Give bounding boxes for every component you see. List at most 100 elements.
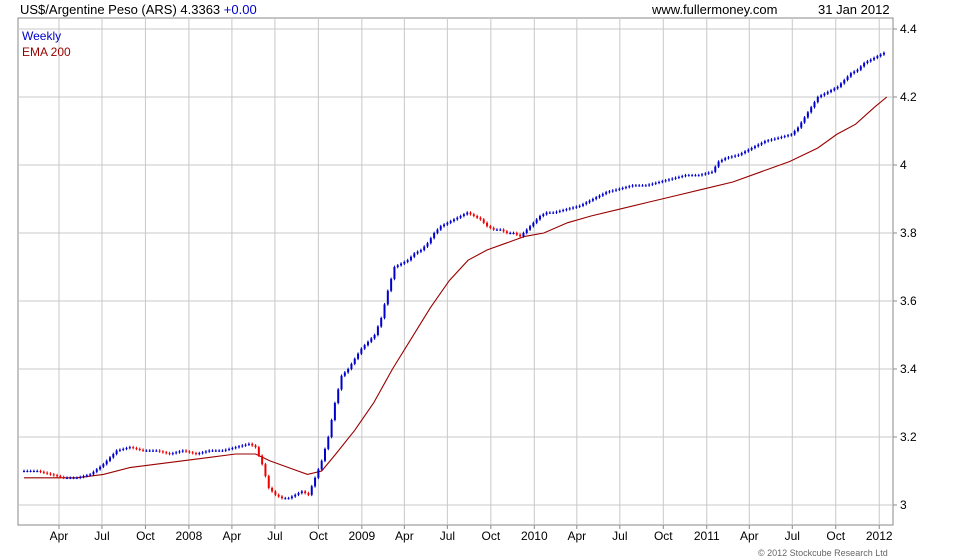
candle-body xyxy=(806,112,809,118)
candle-body xyxy=(648,184,651,186)
candle-body xyxy=(350,363,353,369)
candle-body xyxy=(856,69,859,72)
x-tick-label: 2008 xyxy=(176,529,203,543)
weekly-candle xyxy=(314,476,317,488)
candle-body xyxy=(105,460,108,465)
candle-body xyxy=(581,204,584,206)
candle-body xyxy=(237,446,240,448)
candle-body xyxy=(300,491,303,494)
candle-body xyxy=(618,188,621,190)
candle-body xyxy=(651,183,654,185)
candle-body xyxy=(175,452,178,454)
candle-body xyxy=(366,341,369,346)
candle-body xyxy=(466,212,469,215)
candle-body xyxy=(211,450,214,452)
candle-body xyxy=(777,137,780,139)
candle-body xyxy=(393,267,396,279)
candle-body xyxy=(267,476,270,488)
candle-body xyxy=(251,443,254,446)
candle-body xyxy=(469,212,472,215)
candle-body xyxy=(631,185,634,187)
candle-body xyxy=(314,477,317,487)
candle-body xyxy=(264,464,267,477)
candle-body xyxy=(403,261,406,264)
candle-body xyxy=(204,451,207,453)
candle-body xyxy=(277,494,280,497)
candle-body xyxy=(247,443,250,445)
candle-body xyxy=(615,189,618,191)
y-tick-label: 3.8 xyxy=(900,226,917,240)
candle-body xyxy=(661,181,664,183)
candle-body xyxy=(128,447,131,449)
candle-body xyxy=(505,231,508,233)
legend-ema-200: EMA 200 xyxy=(22,45,71,59)
x-tick-label: Apr xyxy=(50,529,69,543)
candle-body xyxy=(667,179,670,181)
candle-body xyxy=(112,454,115,458)
candle-body xyxy=(99,466,102,470)
candle-body xyxy=(813,102,816,108)
candle-body xyxy=(122,448,125,450)
candle-body xyxy=(552,212,555,214)
candle-body xyxy=(558,210,561,212)
y-tick-label: 4 xyxy=(900,158,907,172)
candle-body xyxy=(575,206,578,208)
candle-body xyxy=(118,449,121,451)
candle-body xyxy=(75,477,78,479)
candle-body xyxy=(787,135,790,137)
candle-body xyxy=(307,493,310,495)
plot-frame xyxy=(17,17,894,526)
weekly-candle xyxy=(264,462,267,478)
candle-body xyxy=(482,219,485,223)
candle-body xyxy=(720,159,723,162)
y-axis: 3 3.2 3.4 3.6 3.8 4 4.2 4.4 xyxy=(893,22,917,512)
candle-body xyxy=(102,464,105,467)
candle-body xyxy=(763,141,766,143)
weekly-candle xyxy=(330,418,333,439)
candle-body xyxy=(363,345,366,349)
candle-body xyxy=(565,209,568,211)
x-tick-label: Jul xyxy=(785,529,800,543)
candle-body xyxy=(585,202,588,205)
candle-body xyxy=(396,265,399,267)
candle-body xyxy=(515,233,518,235)
candle-body xyxy=(310,486,313,495)
candle-body xyxy=(138,448,141,450)
candle-body xyxy=(658,182,661,183)
candle-body xyxy=(568,208,571,210)
candle-body xyxy=(79,476,82,478)
candle-body xyxy=(456,217,459,220)
candle-body xyxy=(406,260,409,262)
candle-body xyxy=(161,451,164,453)
candle-body xyxy=(304,491,307,494)
candle-body xyxy=(724,158,727,160)
x-tick-label: Jul xyxy=(440,529,455,543)
candle-body xyxy=(214,450,217,452)
weekly-candle xyxy=(317,467,320,480)
candle-body xyxy=(52,474,55,476)
copyright-text: © 2012 Stockcube Research Ltd xyxy=(758,548,888,558)
x-tick-label: Apr xyxy=(740,529,759,543)
candle-body xyxy=(486,222,489,227)
candle-body xyxy=(62,476,65,478)
candle-body xyxy=(790,134,793,136)
candle-body xyxy=(697,175,700,177)
candle-body xyxy=(188,451,191,453)
candle-body xyxy=(280,496,283,499)
candle-body xyxy=(846,76,849,80)
x-tick-label: 2010 xyxy=(521,529,548,543)
candle-body xyxy=(383,304,386,318)
candle-body xyxy=(446,222,449,225)
candle-body xyxy=(234,447,237,449)
candle-body xyxy=(727,157,730,159)
candle-body xyxy=(380,318,383,327)
candle-body xyxy=(492,227,495,230)
x-tick-label: Oct xyxy=(481,529,500,543)
legend-weekly: Weekly xyxy=(22,29,61,43)
candle-body xyxy=(284,498,287,500)
candle-body xyxy=(853,71,856,74)
candle-body xyxy=(449,221,452,223)
candle-body xyxy=(416,251,419,254)
candle-body xyxy=(135,448,138,450)
candle-body xyxy=(535,219,538,223)
